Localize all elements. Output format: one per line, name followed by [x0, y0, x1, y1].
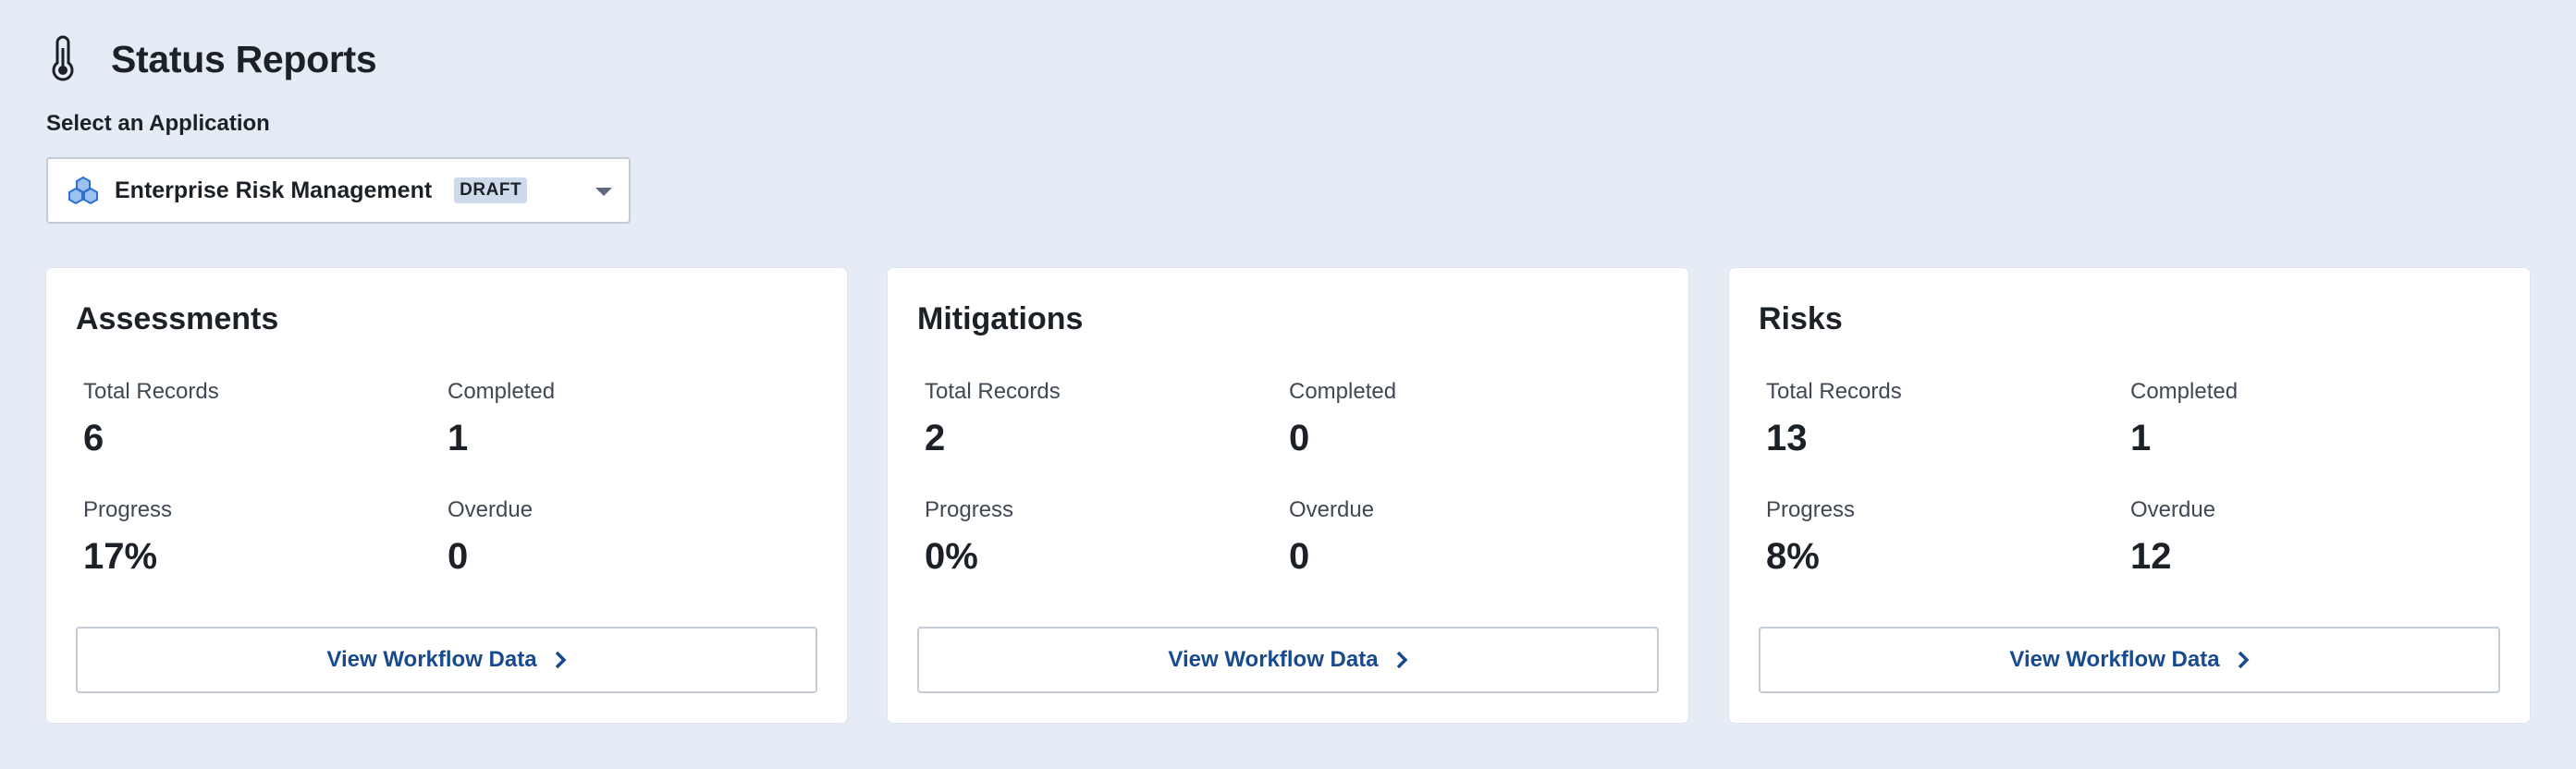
card-title: Assessments: [76, 301, 279, 336]
application-select[interactable]: Enterprise Risk Management DRAFT: [46, 157, 631, 224]
stat-label: Progress: [1766, 497, 1856, 522]
stat-value: 8%: [1766, 536, 1820, 577]
stat-value: 2: [925, 418, 946, 458]
stat-label: Total Records: [1766, 379, 1902, 404]
button-label: View Workflow Data: [2009, 647, 2220, 672]
stat-value: 1: [448, 418, 469, 458]
selected-application-name: Enterprise Risk Management: [115, 177, 433, 203]
select-application-label: Select an Application: [46, 111, 270, 136]
stat-value: 0: [1289, 418, 1310, 458]
chevron-right-icon: [1395, 651, 1408, 669]
stat-label: Overdue: [1289, 497, 1375, 522]
stat-completed: Completed 1: [448, 379, 555, 459]
status-cards: Assessments Total Records 6 Completed 1 …: [46, 268, 2530, 723]
stat-label: Completed: [1289, 379, 1397, 404]
stat-value: 0%: [925, 536, 978, 577]
stat-label: Completed: [2130, 379, 2239, 404]
button-label: View Workflow Data: [326, 647, 537, 672]
stat-value: 6: [83, 418, 104, 458]
stat-label: Total Records: [83, 379, 219, 404]
stat-value: 17%: [83, 536, 158, 577]
card-mitigations: Mitigations Total Records 2 Completed 0 …: [888, 268, 1688, 723]
stat-total-records: Total Records 13: [1766, 379, 1902, 459]
card-risks: Risks Total Records 13 Completed 1 Progr…: [1729, 268, 2530, 723]
cubes-icon: [68, 176, 98, 205]
card-title: Risks: [1759, 301, 1843, 336]
stat-completed: Completed 0: [1289, 379, 1396, 459]
stat-completed: Completed 1: [2130, 379, 2238, 459]
caret-down-icon[interactable]: [595, 188, 612, 196]
stat-label: Overdue: [448, 497, 534, 522]
stat-progress: Progress 17%: [83, 497, 172, 578]
view-workflow-data-button[interactable]: View Workflow Data: [917, 627, 1659, 693]
stat-overdue: Overdue 12: [2130, 497, 2215, 578]
button-label: View Workflow Data: [1168, 647, 1379, 672]
stat-label: Total Records: [925, 379, 1061, 404]
chevron-right-icon: [554, 651, 567, 669]
stat-value: 0: [1289, 536, 1310, 577]
stat-label: Progress: [83, 497, 173, 522]
view-workflow-data-button[interactable]: View Workflow Data: [76, 627, 817, 693]
stat-label: Progress: [925, 497, 1014, 522]
card-title: Mitigations: [917, 301, 1084, 336]
chevron-right-icon: [2237, 651, 2250, 669]
stat-label: Overdue: [2130, 497, 2216, 522]
page-title: Status Reports: [111, 37, 377, 80]
stat-overdue: Overdue 0: [448, 497, 533, 578]
view-workflow-data-button[interactable]: View Workflow Data: [1759, 627, 2500, 693]
stat-value: 1: [2130, 418, 2152, 458]
stat-value: 12: [2130, 536, 2172, 577]
stat-label: Completed: [448, 379, 556, 404]
stat-progress: Progress 8%: [1766, 497, 1855, 578]
card-assessments: Assessments Total Records 6 Completed 1 …: [46, 268, 847, 723]
thermometer-icon: [46, 35, 80, 83]
stat-overdue: Overdue 0: [1289, 497, 1374, 578]
stat-value: 13: [1766, 418, 1808, 458]
page-header: Status Reports: [46, 33, 377, 85]
stat-value: 0: [448, 536, 469, 577]
stat-total-records: Total Records 2: [925, 379, 1061, 459]
stat-total-records: Total Records 6: [83, 379, 219, 459]
stat-progress: Progress 0%: [925, 497, 1013, 578]
draft-badge: DRAFT: [454, 177, 528, 203]
